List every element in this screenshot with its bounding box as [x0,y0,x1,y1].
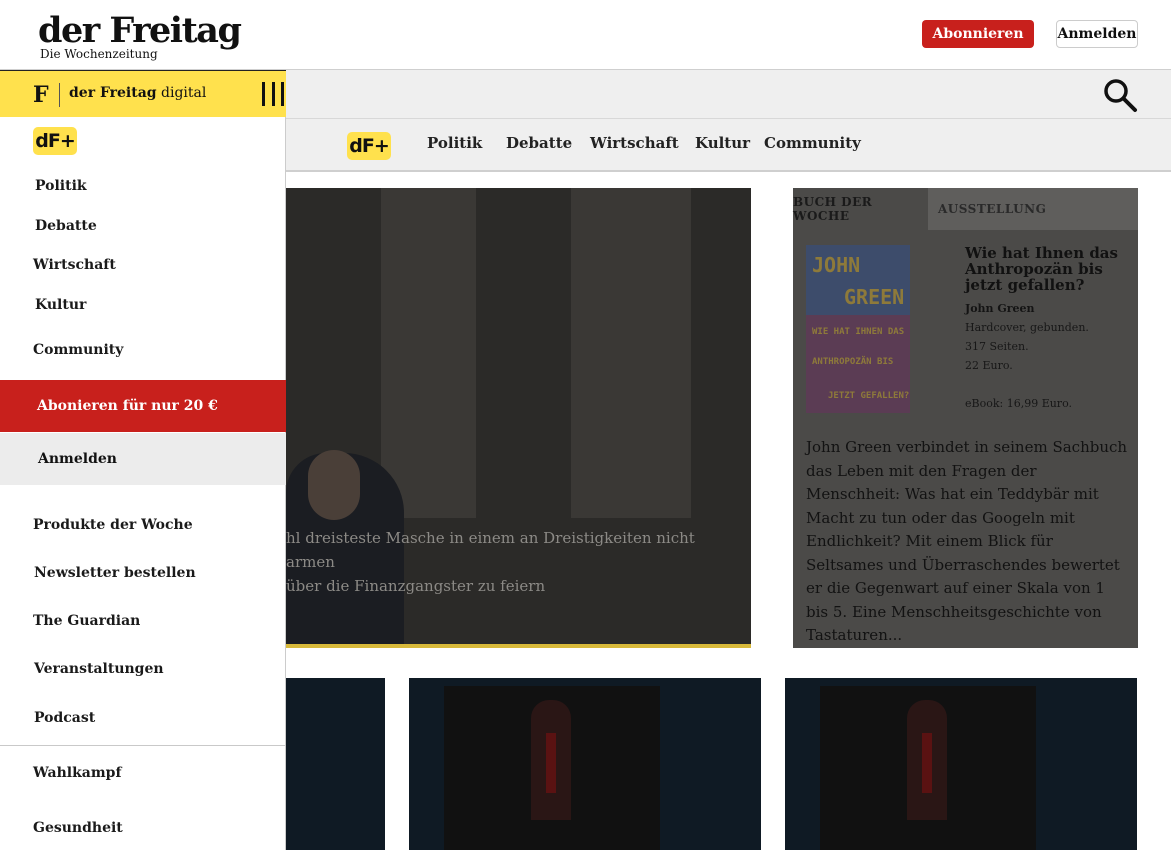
menu-divider [0,745,286,746]
nav-item-debatte[interactable]: Debatte [506,134,572,152]
cover-text: JOHN [812,253,861,277]
article-card[interactable] [409,678,761,850]
side-menu: F der Freitag digital dF+ Politik Debatt… [0,70,286,850]
hero-article[interactable]: hl dreisteste Masche in einem an Dreisti… [286,188,751,648]
nav-item-community[interactable]: Community [764,134,861,152]
site-logo[interactable]: der Freitag Die Wochenzeitung [38,10,242,61]
book-price: 22 Euro. [965,359,1013,372]
sidebox-tabs: BUCH DER WOCHE AUSSTELLUNG [793,188,1138,230]
menu-login-button[interactable]: Anmelden [0,433,286,485]
nav-item-politik[interactable]: Politik [427,134,482,152]
card-image-scarf [546,733,556,793]
menu-item-guardian[interactable]: The Guardian [33,613,140,629]
cover-text: JETZT GEFALLEN? [828,391,910,401]
hero-image-pillar [381,188,476,518]
article-card[interactable] [286,678,385,850]
logo-title: der Freitag [38,10,242,51]
menu-brand-bold: der Freitag [69,85,157,101]
tab-ausstellung[interactable]: AUSSTELLUNG [928,188,1138,230]
hero-teaser-line: über die Finanzgangster zu feiern [286,577,546,595]
login-button[interactable]: Anmelden [1056,20,1138,48]
hero-image-head [308,450,360,520]
dfplus-badge[interactable]: dF+ [347,132,391,160]
menu-item-podcast[interactable]: Podcast [34,710,95,726]
book-ebook-price: eBook: 16,99 Euro. [965,397,1072,410]
nav-item-wirtschaft[interactable]: Wirtschaft [590,134,679,152]
menu-item-community[interactable]: Community [33,342,123,358]
menu-header-divider [59,83,60,107]
book-title[interactable]: Wie hat Ihnen das Anthropozän bis jetzt … [965,245,1125,293]
book-format: Hardcover, gebunden. [965,321,1089,334]
menu-item-veranstaltungen[interactable]: Veranstaltungen [34,661,164,677]
freitag-f-icon: F [33,82,49,108]
menu-subscribe-button[interactable]: Abonieren für nur 20 € [0,380,286,432]
menu-toggle-icon[interactable] [262,82,284,106]
menu-item-produkte[interactable]: Produkte der Woche [33,517,193,533]
hero-teaser: hl dreisteste Masche in einem an Dreisti… [286,526,746,598]
book-cover-image[interactable]: JOHN GREEN WIE HAT IHNEN DAS ANTHROPOZÄN… [806,245,910,413]
menu-header: F der Freitag digital [0,70,286,117]
article-card[interactable] [785,678,1137,850]
cover-text: GREEN [844,285,905,309]
tab-buch-der-woche[interactable]: BUCH DER WOCHE [793,188,928,230]
menu-item-newsletter[interactable]: Newsletter bestellen [34,565,196,581]
menu-item-wirtschaft[interactable]: Wirtschaft [33,257,116,273]
hero-image-pillar [571,188,691,518]
menu-item-kultur[interactable]: Kultur [35,297,86,313]
menu-brand-rest: digital [161,85,207,101]
site-header: der Freitag Die Wochenzeitung Abonnieren… [0,0,1171,70]
menu-dfplus-badge[interactable]: dF+ [33,127,77,155]
menu-brand: der Freitag digital [69,85,206,101]
card-image-scarf [922,733,932,793]
book-of-the-week-box: BUCH DER WOCHE AUSSTELLUNG JOHN GREEN WI… [793,188,1138,648]
book-author: John Green [965,302,1035,315]
menu-item-wahlkampf[interactable]: Wahlkampf [33,765,121,781]
hero-teaser-line: hl dreisteste Masche in einem an Dreisti… [286,529,695,571]
book-description: John Green verbindet in seinem Sachbuch … [806,438,1128,644]
menu-item-debatte[interactable]: Debatte [35,218,97,234]
menu-item-gesundheit[interactable]: Gesundheit [33,820,123,836]
cover-text: WIE HAT IHNEN DAS [812,327,905,337]
subscribe-button[interactable]: Abonnieren [922,20,1034,48]
search-icon[interactable] [1102,77,1138,113]
cover-text: ANTHROPOZÄN BIS [812,357,894,367]
nav-item-kultur[interactable]: Kultur [695,134,750,152]
book-pages: 317 Seiten. [965,340,1029,353]
menu-item-politik[interactable]: Politik [35,178,87,194]
